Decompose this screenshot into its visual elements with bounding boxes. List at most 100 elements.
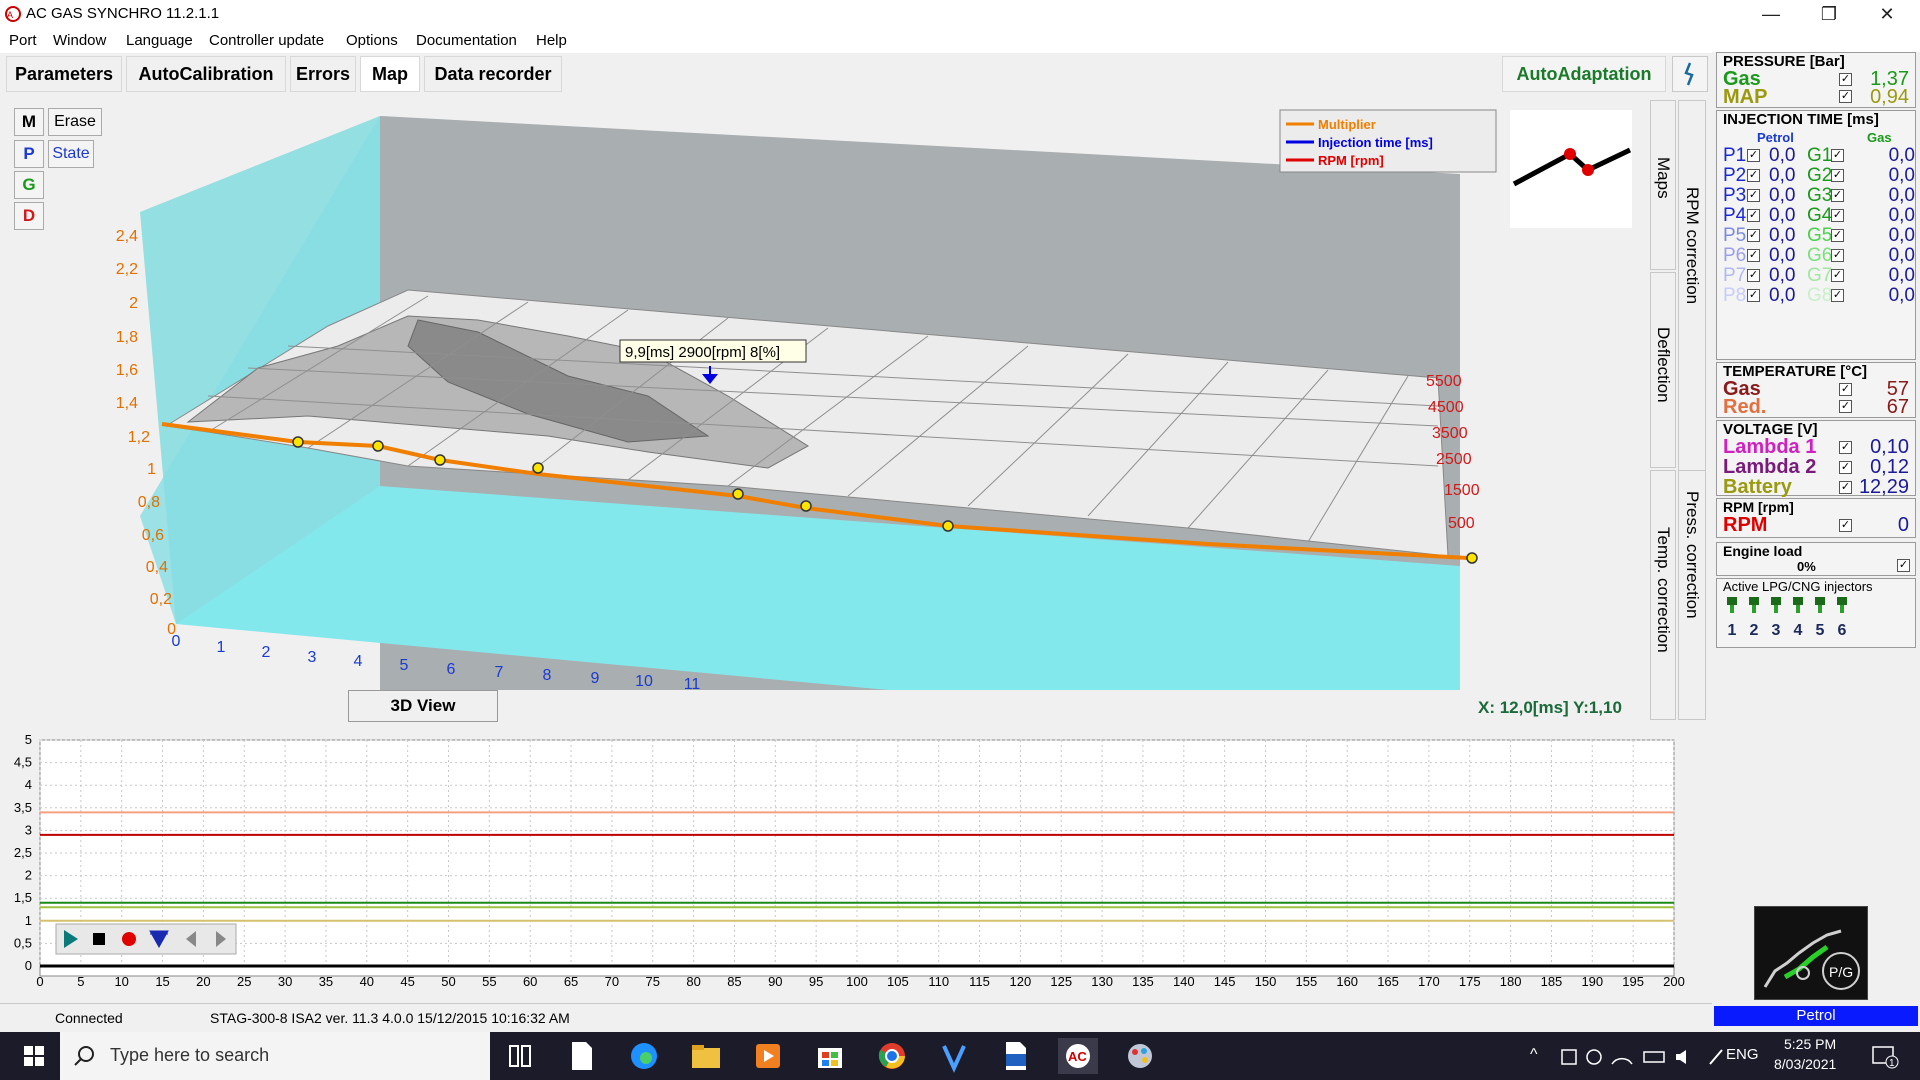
petrol-injector-checkbox[interactable]: ✓: [1747, 289, 1760, 302]
view-3d-button[interactable]: 3D View: [348, 690, 498, 722]
petrol-injector-label: P8: [1723, 285, 1747, 306]
gas-injector-checkbox[interactable]: ✓: [1831, 169, 1844, 182]
document-icon[interactable]: [996, 1038, 1036, 1074]
search-box[interactable]: Type here to search: [60, 1032, 490, 1080]
menu-documentation[interactable]: Documentation: [416, 32, 517, 49]
ac-synchro-taskbar-icon[interactable]: AC: [1058, 1038, 1098, 1074]
probe-button[interactable]: [1672, 56, 1708, 92]
recorder-y-tick: 1: [25, 913, 32, 928]
tab-map[interactable]: Map: [360, 56, 420, 92]
tab-errors[interactable]: Errors: [290, 56, 356, 92]
injector-row: P1 ✓ 0,0 G1 ✓ 0,0: [1721, 145, 1917, 166]
menu-controller-update[interactable]: Controller update: [209, 32, 324, 49]
tray-chevron-icon[interactable]: ^: [1530, 1046, 1538, 1064]
task-view-icon[interactable]: [500, 1038, 540, 1074]
wifi-icon[interactable]: [1611, 1057, 1633, 1065]
windows-start-icon[interactable]: [14, 1038, 54, 1074]
battery-icon[interactable]: [1643, 1051, 1665, 1063]
petrol-injector-checkbox[interactable]: ✓: [1747, 249, 1760, 262]
pg-switch-icon: P/G: [1763, 929, 1860, 990]
maximize-button[interactable]: ❐: [1800, 0, 1858, 29]
recorder-x-tick: 175: [1459, 974, 1481, 989]
temp-red-checkbox[interactable]: ✓: [1839, 400, 1852, 413]
media-icon[interactable]: [748, 1038, 788, 1074]
recorder-chart[interactable]: 5 4,5 4 3,5 3 2,5 2 1,5 1 0,5 0 0 5 10 15 20 25 30 35 40 45…: [0, 728, 1712, 1000]
language-indicator[interactable]: ENG: [1726, 1046, 1759, 1063]
store-icon[interactable]: [810, 1038, 850, 1074]
gas-injector-checkbox[interactable]: ✓: [1831, 189, 1844, 202]
lambda1-checkbox[interactable]: ✓: [1839, 441, 1852, 454]
curve-preview: [1510, 110, 1632, 228]
multiplier-point[interactable]: [532, 462, 544, 474]
multiplier-point[interactable]: [800, 500, 812, 512]
clock-time[interactable]: 5:25 PM: [1784, 1036, 1836, 1052]
x-tick: 7: [495, 664, 504, 681]
pen-icon[interactable]: [1709, 1049, 1723, 1065]
multiplier-point[interactable]: [434, 454, 446, 466]
file-icon[interactable]: [562, 1038, 602, 1074]
gas-injector-checkbox[interactable]: ✓: [1831, 289, 1844, 302]
camera-icon[interactable]: [1561, 1049, 1577, 1065]
multiplier-point[interactable]: [372, 440, 384, 452]
recorder-y-tick: 2,5: [14, 845, 32, 860]
tab-maps[interactable]: Maps: [1650, 100, 1676, 270]
tab-parameters[interactable]: Parameters: [6, 56, 122, 92]
injector-row: P5 ✓ 0,0 G5 ✓ 0,0: [1721, 225, 1917, 246]
map-checkbox[interactable]: ✓: [1839, 90, 1852, 103]
recorder-x-tick: 130: [1091, 974, 1113, 989]
menu-options[interactable]: Options: [346, 32, 398, 49]
battery-checkbox[interactable]: ✓: [1839, 481, 1852, 494]
stop-icon[interactable]: [93, 933, 105, 945]
tab-autocalibration[interactable]: AutoCalibration: [126, 56, 286, 92]
gas-injector-checkbox[interactable]: ✓: [1831, 249, 1844, 262]
edge-icon[interactable]: [624, 1038, 664, 1074]
close-button[interactable]: ✕: [1858, 0, 1916, 29]
tab-temp-correction[interactable]: Temp. correction: [1650, 470, 1676, 720]
record-icon[interactable]: [122, 932, 136, 946]
rpm-section: RPM [rpm] RPM ✓ 0: [1716, 498, 1916, 538]
menu-language[interactable]: Language: [126, 32, 193, 49]
menu-help[interactable]: Help: [536, 32, 567, 49]
gas-injector-checkbox[interactable]: ✓: [1831, 269, 1844, 282]
notification-icon[interactable]: 1: [1870, 1044, 1900, 1070]
pg-switch[interactable]: P/G: [1754, 906, 1868, 1000]
engine-load-checkbox[interactable]: ✓: [1897, 559, 1910, 572]
menu-port[interactable]: Port: [9, 32, 37, 49]
paint-icon[interactable]: [1120, 1038, 1160, 1074]
petrol-injector-checkbox[interactable]: ✓: [1747, 189, 1760, 202]
temp-gas-checkbox[interactable]: ✓: [1839, 383, 1852, 396]
connection-status: Connected: [55, 1010, 123, 1026]
gas-injector-checkbox[interactable]: ✓: [1831, 229, 1844, 242]
multiplier-point[interactable]: [732, 488, 744, 500]
lambda2-checkbox[interactable]: ✓: [1839, 461, 1852, 474]
volume-icon[interactable]: [1676, 1050, 1686, 1064]
tab-deflection[interactable]: Deflection: [1650, 272, 1676, 468]
help-icon[interactable]: [1586, 1049, 1602, 1065]
gas-injector-checkbox[interactable]: ✓: [1831, 149, 1844, 162]
file-explorer-icon[interactable]: [686, 1038, 726, 1074]
rpm-checkbox[interactable]: ✓: [1839, 519, 1852, 532]
recorder-y-tick: 3: [25, 822, 32, 837]
gas-injector-checkbox[interactable]: ✓: [1831, 209, 1844, 222]
vpn-icon[interactable]: [934, 1038, 974, 1074]
minimize-button[interactable]: —: [1742, 0, 1800, 29]
tab-press-correction[interactable]: Press. correction: [1678, 470, 1706, 720]
clock-date[interactable]: 8/03/2021: [1774, 1056, 1836, 1072]
autoadaptation-button[interactable]: AutoAdaptation: [1502, 56, 1666, 92]
menu-window[interactable]: Window: [53, 32, 106, 49]
petrol-injector-checkbox[interactable]: ✓: [1747, 229, 1760, 242]
multiplier-point[interactable]: [1466, 552, 1478, 564]
chrome-icon[interactable]: [872, 1038, 912, 1074]
petrol-injector-checkbox[interactable]: ✓: [1747, 269, 1760, 282]
petrol-injector-checkbox[interactable]: ✓: [1747, 149, 1760, 162]
gas-pressure-checkbox[interactable]: ✓: [1839, 73, 1852, 86]
tab-data-recorder[interactable]: Data recorder: [424, 56, 562, 92]
map-3d-view[interactable]: 2,4 2,2 2 1,8 1,6 1,4 1,2 1 0,8 0,6 0,4 …: [8, 96, 1648, 690]
multiplier-point[interactable]: [292, 436, 304, 448]
recorder-x-tick: 140: [1173, 974, 1195, 989]
recorder-x-tick: 30: [278, 974, 292, 989]
petrol-injector-checkbox[interactable]: ✓: [1747, 209, 1760, 222]
multiplier-point[interactable]: [942, 520, 954, 532]
petrol-injector-checkbox[interactable]: ✓: [1747, 169, 1760, 182]
legend-rpm: RPM [rpm]: [1318, 153, 1384, 168]
